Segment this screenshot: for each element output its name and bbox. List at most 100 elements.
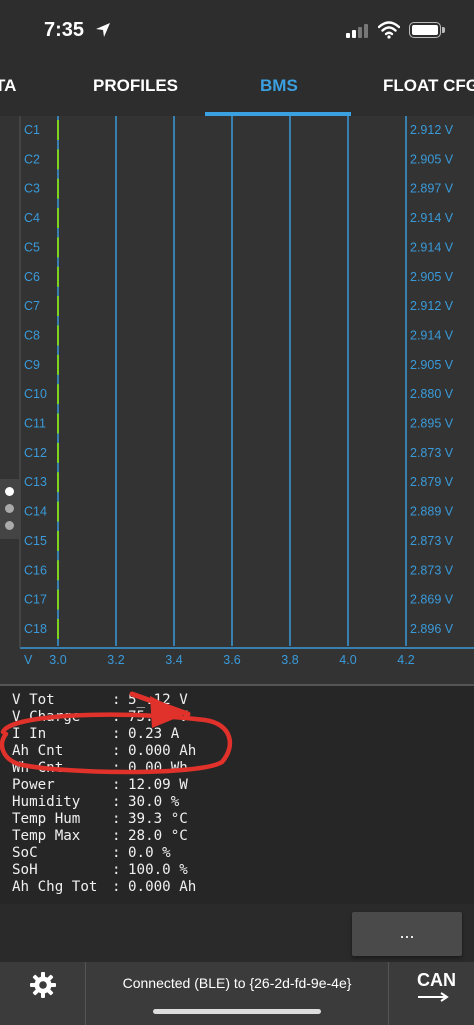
cell-voltage-bar [57,589,59,610]
readout-value: 0.000 Ah [128,879,197,895]
cell-label: C11 [24,417,46,431]
x-tick-label: 4.0 [339,653,356,667]
page-dot-active [5,487,14,496]
readout-row: SoH:100.0 % [12,862,474,879]
cell-label: C1 [24,123,40,137]
cell-voltage-value: 2.905 V [410,152,454,166]
cell-voltage-bar [57,149,59,170]
gear-icon [30,972,56,998]
wifi-icon [378,21,400,39]
cellular-signal-icon [346,24,368,38]
readout-row: Wh Cnt:0.00 Wh [12,760,474,777]
battery-tip [442,27,445,33]
readout-label: V Charge [12,709,81,725]
cell-voltage-value: 2.889 V [410,505,454,519]
readout-separator: : [112,879,121,895]
readout-value: 39.3 °C [128,811,188,827]
cell-voltage-bar [57,618,59,639]
readout-separator: : [112,726,121,742]
axis-unit-label: V [24,653,33,667]
readout-label: Wh Cnt [12,760,64,776]
cell-voltage-bar [57,178,59,199]
arrow-right-icon [418,992,449,1002]
readout-value: 5_.12 V [128,692,188,708]
x-tick-label: 3.0 [49,653,66,667]
can-button[interactable]: CAN [388,962,474,1025]
x-tick-label: 3.2 [107,653,124,667]
readout-separator: : [112,692,121,708]
readout-separator: : [112,777,121,793]
cell-voltage-bar [57,296,59,317]
location-arrow-icon [96,23,110,37]
cell-voltage-bar [57,266,59,287]
readout-separator: : [112,794,121,810]
tab-profiles[interactable]: PROFILES [93,76,178,96]
page-indicator[interactable] [0,479,19,539]
cell-voltage-bar [57,325,59,346]
readout-value: 0.000 Ah [128,743,197,759]
readout-value: 0.23 A [128,726,180,742]
cell-voltage-bar [57,354,59,375]
connection-status: Connected (BLE) to {26-2d-fd-9e-4e} [122,975,352,991]
cell-voltage-value: 2.914 V [410,211,454,225]
status-bar: 7:35 [0,0,474,62]
tab-data[interactable]: TA [0,76,16,96]
cell-voltage-value: 2.869 V [410,593,454,607]
cell-voltage-bar [57,472,59,493]
cell-voltage-value: 2.873 V [410,446,454,460]
cell-label: C5 [24,240,40,254]
x-tick-label: 4.2 [397,653,414,667]
readout-separator: : [112,760,121,776]
cell-label: C6 [24,270,40,284]
cell-voltage-bar [57,237,59,258]
cell-voltage-value: 2.895 V [410,417,454,431]
cell-voltage-value: 2.880 V [410,387,454,401]
tab-bms[interactable]: BMS [260,76,298,96]
cell-label: C10 [24,387,47,401]
settings-button[interactable] [0,962,86,1025]
cell-voltage-value: 2.905 V [410,270,454,284]
cell-label: C13 [24,475,47,489]
cell-voltage-value: 2.873 V [410,534,454,548]
cell-label: C8 [24,328,40,342]
cell-voltage-value: 2.912 V [410,299,454,313]
more-button[interactable]: ... [352,912,462,956]
readout-label: Temp Hum [12,811,81,827]
readout-value: 0.00 Wh [128,760,188,776]
readout-separator: : [112,709,121,725]
cell-voltage-chart: 3.0 3.2 3.4 3.6 3.8 4.0 4.2 V C1 2.912 V C2 2.905 V… [0,116,474,684]
readout-value: 28.0 °C [128,828,188,844]
action-area: ... [0,904,474,962]
cell-voltage-bar [57,560,59,581]
readout-row: Power:12.09 W [12,777,474,794]
x-tick-label: 3.6 [223,653,240,667]
readout-row: I In:0.23 A [12,726,474,743]
bms-readout-panel: V Tot:5_.12 VV Charge:75.80 VI In:0.23 A… [0,684,474,904]
readout-label: SoH [12,862,38,878]
readout-separator: : [112,862,121,878]
cell-voltage-bar [57,501,59,522]
tab-float-cfg[interactable]: FLOAT CFG [383,76,474,96]
cell-label: C17 [24,593,47,607]
readout-label: Ah Chg Tot [12,879,98,895]
cell-voltage-value: 2.896 V [410,622,454,636]
cell-label: C16 [24,563,47,577]
cell-label: C3 [24,182,40,196]
readout-label: Temp Max [12,828,81,844]
bottom-bar: Connected (BLE) to {26-2d-fd-9e-4e} CAN [0,962,474,1025]
readout-value: 75.80 V [128,709,188,725]
cell-voltage-value: 2.905 V [410,358,454,372]
readout-separator: : [112,845,121,861]
cell-label: C7 [24,299,40,313]
cell-voltage-bar [57,413,59,434]
can-label: CAN [417,970,456,990]
readout-separator: : [112,811,121,827]
cell-voltage-value: 2.897 V [410,182,454,196]
cell-label: C14 [24,505,47,519]
readout-row: Humidity:30.0 % [12,794,474,811]
cell-label: C4 [24,211,40,225]
cell-label: C2 [24,152,40,166]
readout-label: V Tot [12,692,55,708]
cell-voltage-value: 2.914 V [410,240,454,254]
readout-label: I In [12,726,47,742]
